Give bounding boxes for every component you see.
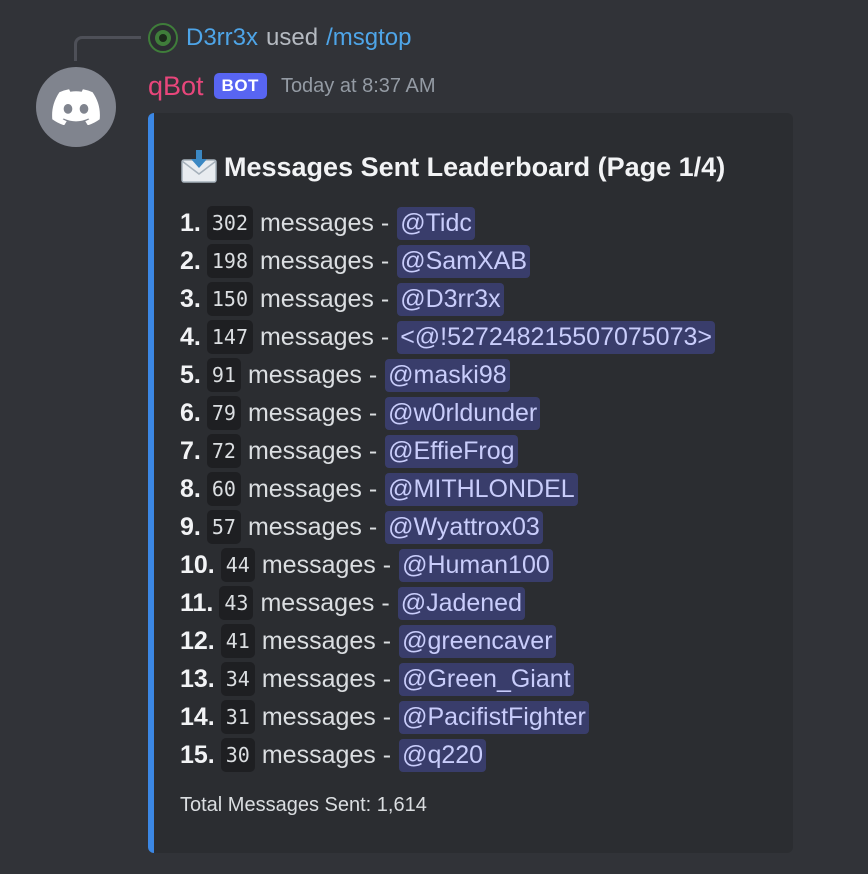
message-count: 41	[220, 624, 255, 658]
messages-label: messages -	[247, 360, 378, 389]
messages-label: messages -	[247, 512, 378, 541]
leaderboard-embed: Messages Sent Leaderboard (Page 1/4) 1. 3…	[148, 113, 793, 853]
user-mention[interactable]: @EffieFrog	[385, 434, 518, 468]
user-mention[interactable]: @SamXAB	[397, 244, 531, 278]
user-mention[interactable]: @PacifistFighter	[399, 700, 589, 734]
leaderboard-row: 3. 150 messages - @D3rr3x	[180, 280, 793, 318]
messages-label: messages -	[259, 322, 390, 351]
rank-number: 11.	[180, 588, 214, 617]
messages-label: messages -	[261, 702, 392, 731]
messages-label: messages -	[261, 626, 392, 655]
leaderboard-row: 15. 30 messages - @q220	[180, 736, 793, 774]
replied-user-avatar[interactable]	[148, 23, 178, 53]
leaderboard-row: 4. 147 messages - <@!527248215507075073>	[180, 318, 793, 356]
messages-label: messages -	[260, 588, 390, 617]
message-count: 302	[206, 206, 253, 240]
user-mention[interactable]: @greencaver	[399, 624, 556, 658]
leaderboard-row: 8. 60 messages - @MITHLONDEL	[180, 470, 793, 508]
message-count: 44	[220, 548, 255, 582]
messages-label: messages -	[261, 740, 392, 769]
rank-number: 13.	[180, 664, 215, 693]
rank-number: 12.	[180, 626, 215, 655]
message-count: 31	[220, 700, 255, 734]
message-count: 43	[219, 586, 254, 620]
leaderboard-list: 1. 302 messages - @Tidc 2. 198 messages - @SamX…	[180, 204, 793, 774]
leaderboard-row: 2. 198 messages - @SamXAB	[180, 242, 793, 280]
user-mention[interactable]: <@!527248215507075073>	[397, 320, 715, 354]
leaderboard-row: 5. 91 messages - @maski98	[180, 356, 793, 394]
leaderboard-row: 6. 79 messages - @w0rldunder	[180, 394, 793, 432]
message-count: 79	[206, 396, 241, 430]
rank-number: 9.	[180, 512, 201, 541]
total-messages: Total Messages Sent: 1,614	[180, 794, 427, 816]
user-mention[interactable]: @Jadened	[397, 586, 525, 620]
user-mention[interactable]: @maski98	[385, 358, 510, 392]
rank-number: 8.	[180, 474, 201, 503]
messages-label: messages -	[259, 208, 390, 237]
message-timestamp: Today at 8:37 AM	[280, 74, 436, 97]
rank-number: 15.	[180, 740, 215, 769]
message-header: qBot BOT Today at 8:37 AM	[148, 68, 435, 104]
user-mention[interactable]: @Tidc	[397, 206, 475, 240]
reply-connector-line	[74, 36, 141, 61]
messages-label: messages -	[261, 664, 392, 693]
envelope-with-arrow-icon	[181, 150, 217, 183]
message-count: 60	[206, 472, 241, 506]
replied-username[interactable]: D3rr3x	[186, 24, 258, 52]
leaderboard-row: 9. 57 messages - @Wyattrox03	[180, 508, 793, 546]
leaderboard-row: 10. 44 messages - @Human100	[180, 546, 793, 584]
rank-number: 5.	[180, 360, 201, 389]
slash-command[interactable]: /msgtop	[326, 24, 411, 52]
message-count: 150	[206, 282, 253, 316]
user-mention[interactable]: @MITHLONDEL	[385, 472, 578, 506]
discord-logo-icon	[52, 89, 100, 125]
user-mention[interactable]: @D3rr3x	[397, 282, 504, 316]
leaderboard-row: 11. 43 messages - @Jadened	[180, 584, 793, 622]
messages-label: messages -	[247, 436, 378, 465]
bot-badge: BOT	[213, 73, 267, 99]
message-count: 91	[206, 358, 241, 392]
rank-number: 3.	[180, 284, 201, 313]
leaderboard-row: 13. 34 messages - @Green_Giant	[180, 660, 793, 698]
message-count: 72	[206, 434, 241, 468]
user-mention[interactable]: @Green_Giant	[399, 662, 574, 696]
leaderboard-row: 7. 72 messages - @EffieFrog	[180, 432, 793, 470]
rank-number: 10.	[180, 550, 215, 579]
embed-title-text: Messages Sent Leaderboard (Page 1/4)	[224, 151, 726, 182]
message-count: 30	[220, 738, 255, 772]
message-count: 34	[220, 662, 255, 696]
messages-label: messages -	[247, 398, 378, 427]
message-count: 147	[206, 320, 253, 354]
leaderboard-row: 1. 302 messages - @Tidc	[180, 204, 793, 242]
messages-label: messages -	[261, 550, 392, 579]
messages-label: messages -	[259, 284, 390, 313]
rank-number: 6.	[180, 398, 201, 427]
bot-username[interactable]: qBot	[148, 71, 204, 102]
reply-reference[interactable]: D3rr3x used /msgtop	[148, 22, 411, 54]
leaderboard-row: 14. 31 messages - @PacifistFighter	[180, 698, 793, 736]
message-count: 57	[206, 510, 241, 544]
rank-number: 4.	[180, 322, 201, 351]
rank-number: 14.	[180, 702, 215, 731]
bot-avatar[interactable]	[36, 67, 116, 147]
reply-used-text: used	[266, 24, 319, 51]
leaderboard-row: 12. 41 messages - @greencaver	[180, 622, 793, 660]
message-count: 198	[206, 244, 253, 278]
rank-number: 7.	[180, 436, 201, 465]
messages-label: messages -	[247, 474, 378, 503]
user-mention[interactable]: @Wyattrox03	[385, 510, 543, 544]
user-mention[interactable]: @w0rldunder	[385, 396, 541, 430]
embed-title: Messages Sent Leaderboard (Page 1/4)	[180, 147, 793, 187]
rank-number: 2.	[180, 246, 201, 275]
user-mention[interactable]: @Human100	[399, 548, 553, 582]
user-mention[interactable]: @q220	[399, 738, 487, 772]
messages-label: messages -	[259, 246, 390, 275]
rank-number: 1.	[180, 208, 201, 237]
